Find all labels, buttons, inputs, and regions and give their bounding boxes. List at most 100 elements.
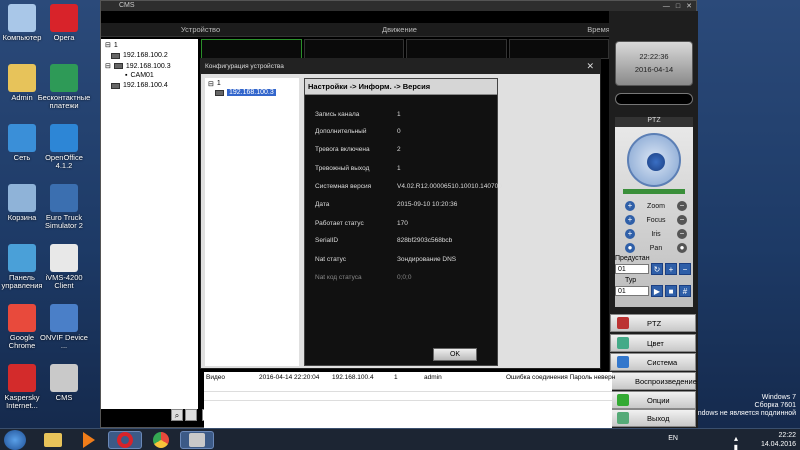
- options-button[interactable]: Опции: [610, 391, 696, 409]
- info-value: 828bf2903c568bcb: [397, 237, 453, 244]
- pan-right-icon[interactable]: ●: [677, 243, 687, 253]
- tray-icons[interactable]: ▴ ▮ ◂): [731, 434, 738, 450]
- focus-out-icon[interactable]: −: [677, 215, 687, 225]
- camera-icon: ▪: [125, 72, 128, 79]
- version-panel: Настройки -> Информ. -> Версия Запись ка…: [304, 78, 502, 366]
- desktop-icon[interactable]: Бесконтактные платежи: [37, 64, 91, 110]
- ptz-button[interactable]: PTZ: [610, 314, 696, 332]
- media-player-icon[interactable]: [72, 431, 106, 449]
- info-value: 0;0;0: [397, 274, 412, 281]
- zoom-out-icon[interactable]: −: [677, 201, 687, 211]
- tree-item-device[interactable]: ⊟ 192.168.100.3: [105, 62, 171, 71]
- tree-item-device[interactable]: 192.168.100.3: [215, 89, 276, 96]
- tour-select[interactable]: 01: [615, 286, 649, 296]
- playback-button[interactable]: Воспроизведение: [610, 372, 697, 390]
- desktop-icon[interactable]: OpenOffice 4.1.2: [40, 124, 88, 170]
- system-icon: [617, 356, 629, 368]
- ptz-icon: [617, 317, 629, 329]
- info-label: Тревога включена: [315, 146, 370, 153]
- preset-remove-icon[interactable]: −: [679, 263, 691, 275]
- desktop-icon[interactable]: Opera: [40, 4, 88, 42]
- exit-button[interactable]: Выход: [610, 409, 696, 427]
- desktop-icon-label: Opera: [53, 33, 75, 42]
- tree-item-device[interactable]: 192.168.100.4: [111, 82, 168, 89]
- device-tree: ⊟ 1 192.168.100.2 ⊟ 192.168.100.3 ▪ CAM01 1…: [101, 39, 198, 409]
- clock-date: 2016-04-14: [634, 65, 674, 74]
- options-icon: [617, 394, 629, 406]
- cms-icon[interactable]: [180, 431, 214, 449]
- pan-left-icon[interactable]: ●: [625, 243, 635, 253]
- tray-time[interactable]: 22:22: [761, 431, 796, 440]
- tree-item-camera[interactable]: ▪ CAM01: [125, 72, 154, 79]
- desktop-icon[interactable]: CMS: [40, 364, 88, 402]
- chrome-icon[interactable]: [144, 431, 178, 449]
- device-icon: [113, 63, 123, 69]
- desktop-icon-label: iVMS-4200 Client: [45, 273, 83, 290]
- video-cell[interactable]: [201, 39, 302, 59]
- windows-watermark: Windows 7 Сборка 7601 ndows не является …: [697, 394, 796, 417]
- opera-icon[interactable]: [108, 431, 142, 449]
- tree-root[interactable]: ⊟ 1: [105, 41, 118, 50]
- menu-device[interactable]: Устройство: [101, 23, 300, 36]
- ptz-speed-slider[interactable]: [623, 189, 685, 194]
- start-button[interactable]: [4, 430, 26, 450]
- chrome-icon: [8, 304, 36, 332]
- ptz-center-button[interactable]: [647, 153, 665, 171]
- desktop-icon-label: Сеть: [13, 153, 31, 162]
- color-button[interactable]: Цвет: [610, 334, 696, 352]
- ptz-label: Focus: [646, 216, 666, 224]
- desktop-icon-label: Euro Truck Simulator 2: [45, 213, 83, 230]
- system-button[interactable]: Система: [610, 353, 696, 371]
- refresh-icon[interactable]: [185, 409, 197, 421]
- tray-date[interactable]: 14.04.2016: [761, 440, 796, 449]
- desktop-icon[interactable]: ONVIF Device ...: [40, 304, 88, 350]
- desktop-icon-label: OpenOffice 4.1.2: [45, 153, 83, 170]
- tree-item-device[interactable]: 192.168.100.2: [111, 52, 168, 59]
- info-label: Работает статус: [315, 220, 364, 227]
- ptz-direction-pad[interactable]: [627, 133, 681, 187]
- info-label: Дополнительный: [315, 128, 367, 135]
- user-folder-icon: [8, 64, 36, 92]
- info-label: SerialID: [315, 237, 339, 244]
- tour-play-icon[interactable]: ▶: [651, 285, 663, 297]
- desktop-icon[interactable]: Euro Truck Simulator 2: [40, 184, 88, 230]
- device-config-dialog: Конфигурация устройства ✕ ⊟ 1 192.168.100…: [200, 58, 601, 369]
- info-value: 2: [397, 146, 401, 153]
- device-icon: [111, 52, 120, 59]
- status-bar: [615, 93, 693, 105]
- preset-goto-icon[interactable]: ↻: [651, 263, 663, 275]
- desktop-icon-label: Admin: [11, 93, 33, 102]
- language-indicator[interactable]: EN: [668, 434, 678, 443]
- zoom-in-icon[interactable]: +: [625, 201, 635, 211]
- tour-stop-icon[interactable]: ■: [665, 285, 677, 297]
- computer-icon: [8, 4, 36, 32]
- search-icon[interactable]: ⌕: [171, 409, 183, 421]
- cms-title-bar: CMS — □ ✕: [101, 1, 696, 11]
- taskbar: EN ▴ ▮ ◂) 22:22 14.04.2016: [0, 428, 800, 450]
- tree-root[interactable]: ⊟ 1: [208, 80, 221, 88]
- table-row[interactable]: Видео 2016-04-14 22:20:04 192.168.100.4 …: [204, 374, 615, 383]
- breadcrumb: Настройки -> Информ. -> Версия: [305, 79, 497, 95]
- ptz-label: Pan: [649, 244, 663, 252]
- clock-display: 22:22:36 2016-04-14: [615, 41, 693, 86]
- desktop-icon-label: ONVIF Device ...: [40, 333, 88, 350]
- close-icon[interactable]: ✕: [586, 59, 594, 74]
- menu-motion[interactable]: Движение: [300, 23, 499, 36]
- ptz-panel: + Zoom − + Focus − + Iris − ● Pan ● Предустан 01…: [615, 127, 693, 307]
- video-cell[interactable]: [406, 39, 507, 59]
- preset-select[interactable]: 01: [615, 264, 649, 274]
- device-icon: [111, 82, 120, 89]
- ok-button[interactable]: OK: [433, 348, 477, 361]
- desktop-icon-label: Бесконтактные платежи: [37, 93, 91, 110]
- info-value: 2015-09-10 10:20:36: [397, 201, 458, 208]
- iris-out-icon[interactable]: −: [677, 229, 687, 239]
- focus-in-icon[interactable]: +: [625, 215, 635, 225]
- desktop-icon[interactable]: iVMS-4200 Client: [40, 244, 88, 290]
- ptz-label: Iris: [651, 230, 661, 238]
- preset-add-icon[interactable]: +: [665, 263, 677, 275]
- grid-icon[interactable]: #: [679, 285, 691, 297]
- explorer-icon[interactable]: [36, 431, 70, 449]
- iris-in-icon[interactable]: +: [625, 229, 635, 239]
- video-cell[interactable]: [303, 39, 404, 59]
- video-cell[interactable]: [508, 39, 609, 59]
